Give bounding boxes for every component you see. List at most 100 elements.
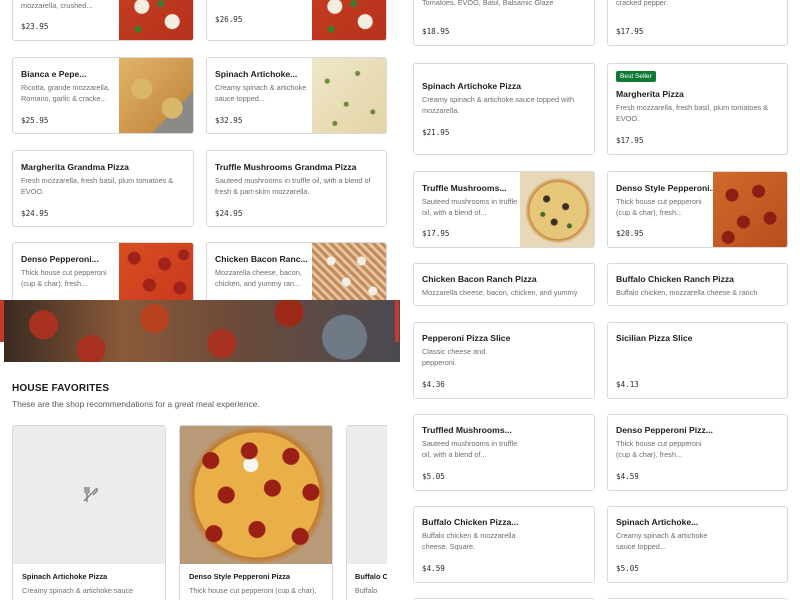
item-description: mozzarella, crushed... [21, 1, 93, 10]
item-title: Margherita Pizza [616, 89, 684, 99]
item-price: $5.05 [422, 472, 445, 481]
banner-edge-right [395, 300, 399, 342]
item-title: Denso Style Pepperoni Pizza [189, 572, 291, 581]
item-price: $17.95 [422, 229, 450, 238]
menu-item-card[interactable]: Chicken Bacon Ranc... Mozzarella cheese,… [206, 242, 387, 302]
item-title: Pepperoni Pizza Slice [422, 333, 511, 343]
favorite-item-card[interactable]: Denso Style Pepperoni Pizza Thick house … [179, 425, 333, 600]
item-price: $25.95 [21, 116, 49, 125]
section-subtitle: These are the shop recommendations for a… [12, 399, 260, 409]
item-price: $32.95 [215, 116, 243, 125]
item-title: Buffalo Chicken Ranch Pizza [616, 274, 734, 284]
menu-item-card[interactable]: Best Seller Margherita Pizza Fresh mozza… [607, 63, 788, 155]
item-title: Chicken Bacon Ranc... [215, 254, 308, 264]
item-image [312, 243, 386, 301]
item-description: Dollops of burrata, Pecorino Romano, bas… [422, 0, 554, 7]
item-image [520, 172, 594, 247]
menu-item-card[interactable]: Margherita Grandma Pizza Fresh mozzarell… [12, 150, 194, 227]
item-description: Fresh mozzarella, fresh basil, plum toma… [21, 176, 174, 196]
item-image [119, 243, 193, 301]
menu-item-card[interactable]: Denso Pepperoni Pizz... Thick house cut … [607, 414, 788, 491]
item-image [119, 58, 193, 133]
item-description: Creamy spinach & artichoke sauce topped.… [215, 83, 307, 103]
item-title: Denso Pepperoni... [21, 254, 99, 264]
item-title: Buffalo Chicken Pizza... [422, 517, 519, 527]
item-price: $17.95 [616, 27, 644, 36]
item-description: Mozzarella cheese, bacon, chicken, and y… [215, 268, 302, 288]
menu-item-card[interactable]: Dollops of burrata, Pecorino Romano, bas… [413, 0, 595, 46]
item-description: Buffalo chicken, mozzarella cheese & ran… [616, 288, 758, 297]
menu-item-card[interactable]: Sicilian Pizza Slice $4.13 [607, 322, 788, 399]
item-title: Spinach Artichoke Pizza [422, 81, 522, 91]
menu-item-card[interactable]: Chicken Bacon Ranch Pizza Mozzarella che… [413, 263, 595, 306]
item-price: $4.59 [422, 564, 445, 573]
item-description: Sauteed mushrooms in truffle oil, with a… [422, 439, 518, 459]
item-title: Bianca e Pepe... [21, 69, 87, 79]
item-price: $4.13 [616, 380, 639, 389]
menu-item-card[interactable]: Pepperoni Pizza Slice Classic cheese and… [413, 322, 595, 399]
menu-item-card[interactable]: Bianca e Pepe... Ricotta, grande mozzare… [12, 57, 194, 134]
menu-item-card[interactable]: Buffalo Chicken Ranch Pizza Buffalo chic… [607, 263, 788, 306]
menu-item-card[interactable]: mozzarella, crushed... $23.95 [12, 0, 194, 41]
section-banner-image [4, 300, 400, 362]
utensils-icon [83, 487, 98, 502]
item-title: Margherita Grandma Pizza [21, 162, 129, 172]
item-description: Thick house cut pepperoni (cup & char), [189, 586, 317, 595]
item-description: Sauteed mushrooms in truffle oil, with a… [422, 197, 518, 217]
favorite-item-card[interactable]: Spinach Artichoke Pizza Creamy spinach &… [12, 425, 166, 600]
menu-item-card[interactable]: Truffle Mushrooms... Sauteed mushrooms i… [413, 171, 595, 248]
image-placeholder [347, 426, 387, 564]
menu-item-card[interactable]: Truffle Mushrooms Grandma Pizza Sauteed … [206, 150, 387, 227]
item-title: Chicken Bacon Ranch Pizza [422, 274, 537, 284]
menu-item-card[interactable]: Spinach Artichoke Pizza Creamy spinach &… [413, 63, 595, 155]
item-description: Ricotta, grande mozzarella, Romano, garl… [21, 83, 110, 103]
menu-item-card[interactable]: ricotta, grande mozzarella, Romano, garl… [607, 0, 788, 46]
item-title: Spinach Artichoke... [215, 69, 298, 79]
menu-item-card[interactable]: Spinach Artichoke... Creamy spinach & ar… [607, 506, 788, 583]
item-description: Buffalo chicken & mozzarella cheese. Squ… [422, 531, 516, 551]
item-description: Sauteed mushrooms in truffle oil, with a… [215, 176, 371, 196]
item-title: Truffle Mushrooms... [422, 183, 507, 193]
item-description: Thick house cut pepperoni (cup & char), … [21, 268, 107, 288]
item-description: Creamy spinach & artichoke sauce topped … [422, 95, 575, 115]
item-description: Thick house cut pepperoni (cup & char), … [616, 197, 702, 217]
menu-item-card[interactable]: Buffalo Chicken Pizza... Buffalo chicken… [413, 506, 595, 583]
menu-item-card[interactable]: $26.95 [206, 0, 387, 41]
item-price: $18.95 [422, 27, 450, 36]
favorite-item-card[interactable]: Buffalo Ch Buffalo [346, 425, 387, 600]
item-title: Denso Pepperoni Pizz... [616, 425, 713, 435]
menu-item-card[interactable]: Truffled Mushrooms... Sauteed mushrooms … [413, 414, 595, 491]
image-placeholder [13, 426, 165, 564]
item-price: $21.95 [422, 128, 450, 137]
item-image [180, 426, 332, 564]
item-title: Buffalo Ch [355, 572, 387, 581]
item-description: Thick house cut pepperoni (cup & char), … [616, 439, 702, 459]
item-title: Truffled Mushrooms... [422, 425, 512, 435]
menu-item-card[interactable]: Denso Pepperoni... Thick house cut peppe… [12, 242, 194, 302]
best-seller-badge: Best Seller [616, 71, 656, 82]
item-price: $23.95 [21, 22, 49, 31]
item-description: Classic cheese and pepperoni. [422, 347, 486, 367]
item-description: ricotta, grande mozzarella, Romano, garl… [616, 0, 668, 7]
section-heading: HOUSE FAVORITES [12, 383, 110, 394]
item-description: Mozzarella cheese, bacon, chicken, and y… [422, 288, 578, 297]
menu-item-card[interactable]: Spinach Artichoke... Creamy spinach & ar… [206, 57, 387, 134]
item-price: $24.95 [215, 209, 243, 218]
item-image [312, 0, 386, 40]
item-image [119, 0, 193, 40]
item-price: $4.59 [616, 472, 639, 481]
item-title: Spinach Artichoke... [616, 517, 699, 527]
item-price: $24.95 [21, 209, 49, 218]
menu-item-card[interactable]: Denso Style Pepperoni... Thick house cut… [607, 171, 788, 248]
item-description: Buffalo [355, 586, 378, 595]
item-price: $20.95 [616, 229, 644, 238]
item-price: $5.05 [616, 564, 639, 573]
item-image [713, 172, 787, 247]
item-image [312, 58, 386, 133]
item-price: $17.95 [616, 136, 644, 145]
item-title: Spinach Artichoke Pizza [22, 572, 108, 581]
item-description: Creamy spinach & artichoke sauce [22, 586, 134, 595]
item-price: $4.36 [422, 380, 445, 389]
item-description: Fresh mozzarella, fresh basil, plum toma… [616, 103, 769, 123]
item-title: Denso Style Pepperoni... [616, 183, 713, 193]
